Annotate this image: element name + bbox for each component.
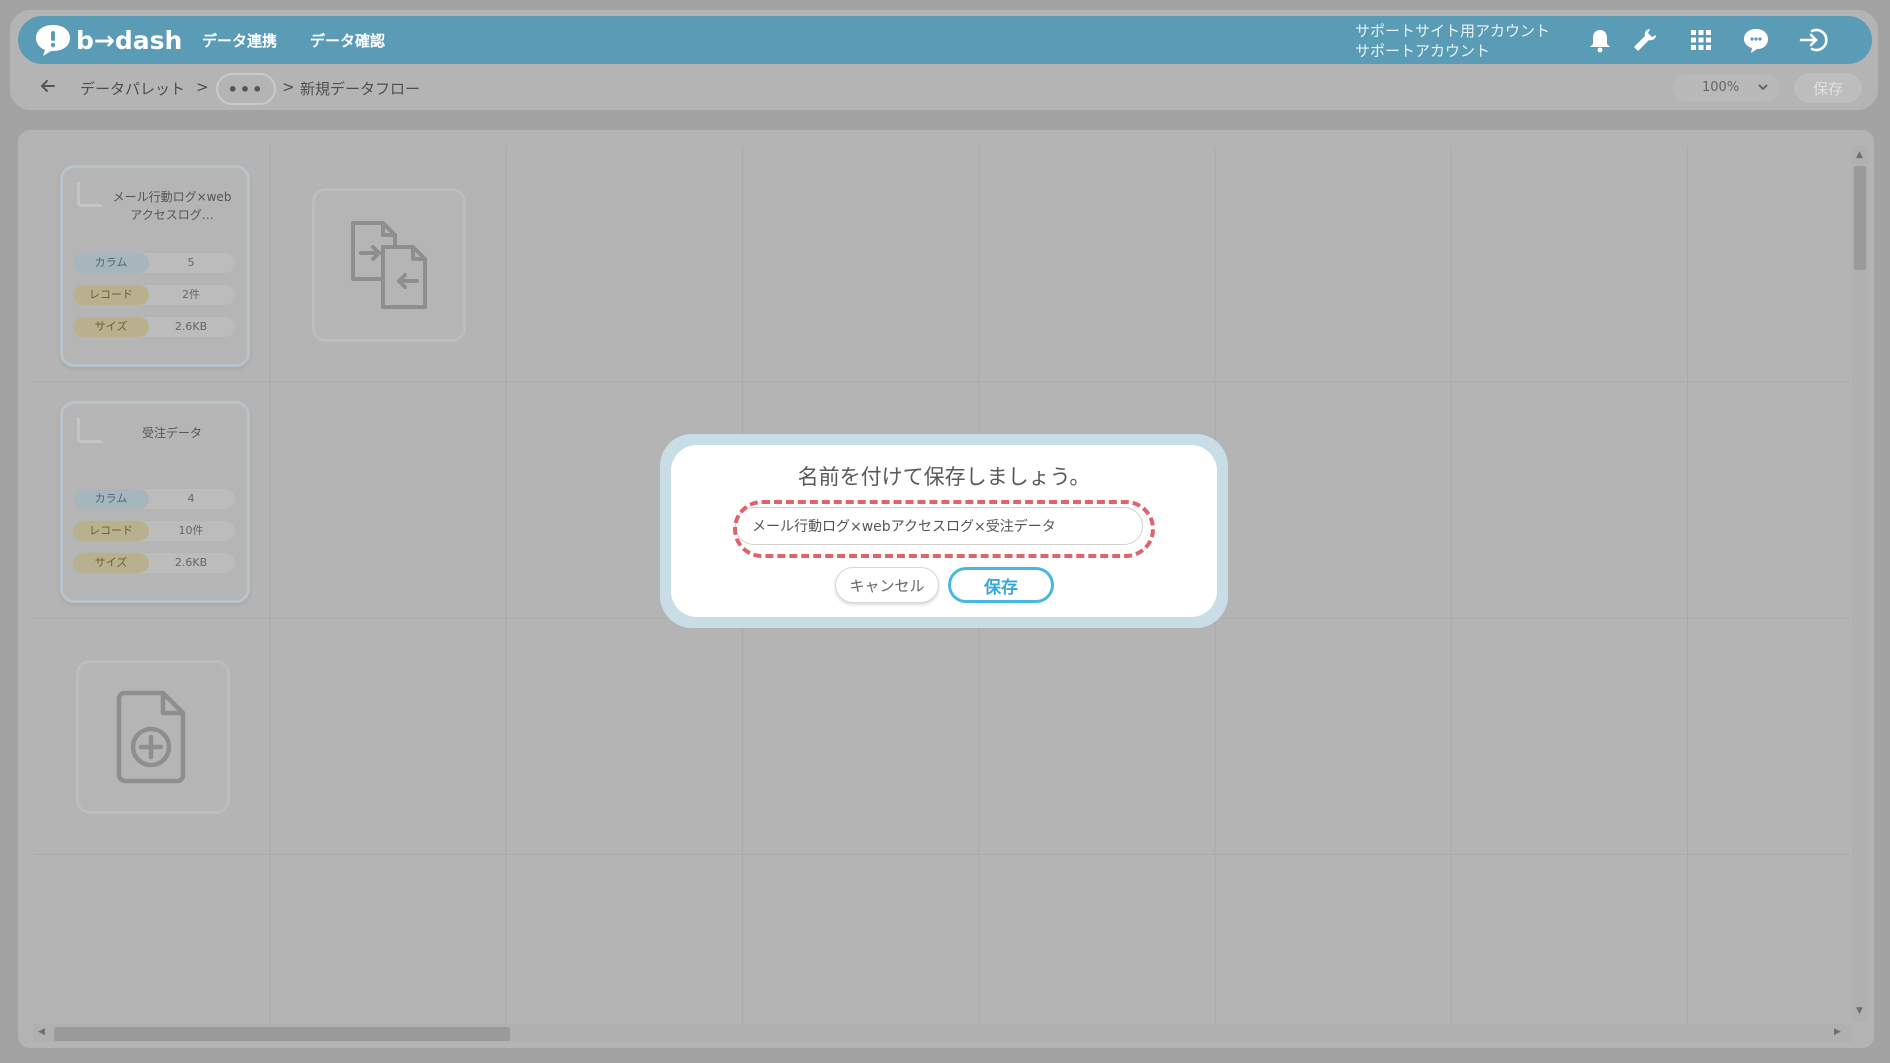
dialog-title: 名前を付けて保存しましょう。 [797, 465, 1091, 489]
nav-data-link[interactable]: データ連携 [202, 30, 277, 51]
stat-value: 2.6KB [174, 320, 208, 333]
account-name: サポートアカウント [1355, 42, 1491, 60]
stat-value: 4 [187, 492, 195, 505]
nav-data-check[interactable]: データ確認 [310, 30, 385, 51]
add-file-icon [116, 690, 186, 784]
scroll-right-icon[interactable]: ▶ [1834, 1027, 1841, 1037]
merge-files-icon [351, 221, 427, 309]
stat-row: レコード 10件 [73, 521, 235, 541]
horizontal-scrollbar[interactable]: ◀ ▶ [34, 1024, 1852, 1042]
chevron-down-icon [1758, 84, 1768, 91]
file-icon [77, 418, 102, 443]
stat-value: 2件 [182, 288, 200, 301]
merge-operation-tile[interactable] [312, 188, 466, 342]
add-data-tile[interactable] [76, 660, 230, 814]
dialog-save-button[interactable]: 保存 [948, 567, 1054, 603]
data-card-orders[interactable]: 受注データ カラム 4 レコード 10件 サイズ 2.6KB [60, 401, 250, 603]
support-icon[interactable] [1741, 25, 1771, 55]
vertical-scroll-thumb[interactable] [1854, 166, 1866, 270]
scroll-left-icon[interactable]: ◀ [38, 1027, 45, 1037]
horizontal-scroll-thumb[interactable] [54, 1027, 510, 1041]
app-header: b→dash データ連携 データ確認 サポートサイト用アカウント サポートアカウ… [18, 16, 1872, 64]
card-title: メール行動ログ×webアクセスログ… [112, 190, 232, 222]
grid-icon[interactable] [1686, 25, 1716, 55]
stat-value: 5 [187, 256, 195, 269]
data-card-mail-log[interactable]: メール行動ログ×webアクセスログ… カラム 5 レコード 2件 サイズ 2.6… [60, 165, 250, 367]
scroll-down-icon[interactable]: ▼ [1856, 1006, 1863, 1016]
breadcrumb-separator-2: > [282, 78, 295, 96]
stat-label: カラム [73, 253, 149, 273]
save-name-dialog: 名前を付けて保存しましょう。 キャンセル 保存 [671, 445, 1217, 617]
stat-row: カラム 4 [73, 489, 235, 509]
breadcrumb-separator: > [196, 78, 209, 96]
stat-label: レコード [73, 521, 149, 541]
card-title: 受注データ [141, 426, 202, 440]
file-icon [77, 182, 102, 207]
logo-bubble-icon [36, 25, 70, 56]
logo-text: b→dash [76, 25, 183, 55]
stat-row: カラム 5 [73, 253, 235, 273]
stat-value: 10件 [178, 524, 204, 537]
vertical-scrollbar[interactable]: ▲ ▼ [1852, 146, 1868, 1022]
flow-name-input[interactable] [735, 507, 1143, 545]
zoom-select[interactable]: 100% [1672, 74, 1780, 102]
bdash-logo[interactable]: b→dash [34, 22, 182, 58]
stat-row: サイズ 2.6KB [73, 553, 235, 573]
breadcrumb-ellipsis-button[interactable]: ••• [216, 73, 276, 105]
cancel-button[interactable]: キャンセル [835, 567, 939, 603]
stat-row: レコード 2件 [73, 285, 235, 305]
breadcrumb-current: 新規データフロー [300, 80, 421, 98]
stat-label: サイズ [73, 317, 149, 337]
stat-value: 2.6KB [174, 556, 208, 569]
stat-label: カラム [73, 489, 149, 509]
bell-icon[interactable] [1585, 25, 1615, 55]
account-info[interactable]: サポートサイト用アカウント サポートアカウント [1355, 21, 1550, 61]
wrench-icon[interactable] [1630, 25, 1660, 55]
scroll-up-icon[interactable]: ▲ [1856, 150, 1863, 160]
account-site: サポートサイト用アカウント [1355, 22, 1551, 40]
logout-icon[interactable] [1798, 25, 1828, 55]
header-save-button[interactable]: 保存 [1794, 73, 1862, 103]
stat-label: サイズ [73, 553, 149, 573]
back-arrow-icon[interactable] [38, 76, 58, 96]
zoom-value: 100% [1702, 80, 1740, 95]
breadcrumb-root[interactable]: データパレット [80, 78, 185, 99]
stat-label: レコード [73, 285, 149, 305]
stat-row: サイズ 2.6KB [73, 317, 235, 337]
